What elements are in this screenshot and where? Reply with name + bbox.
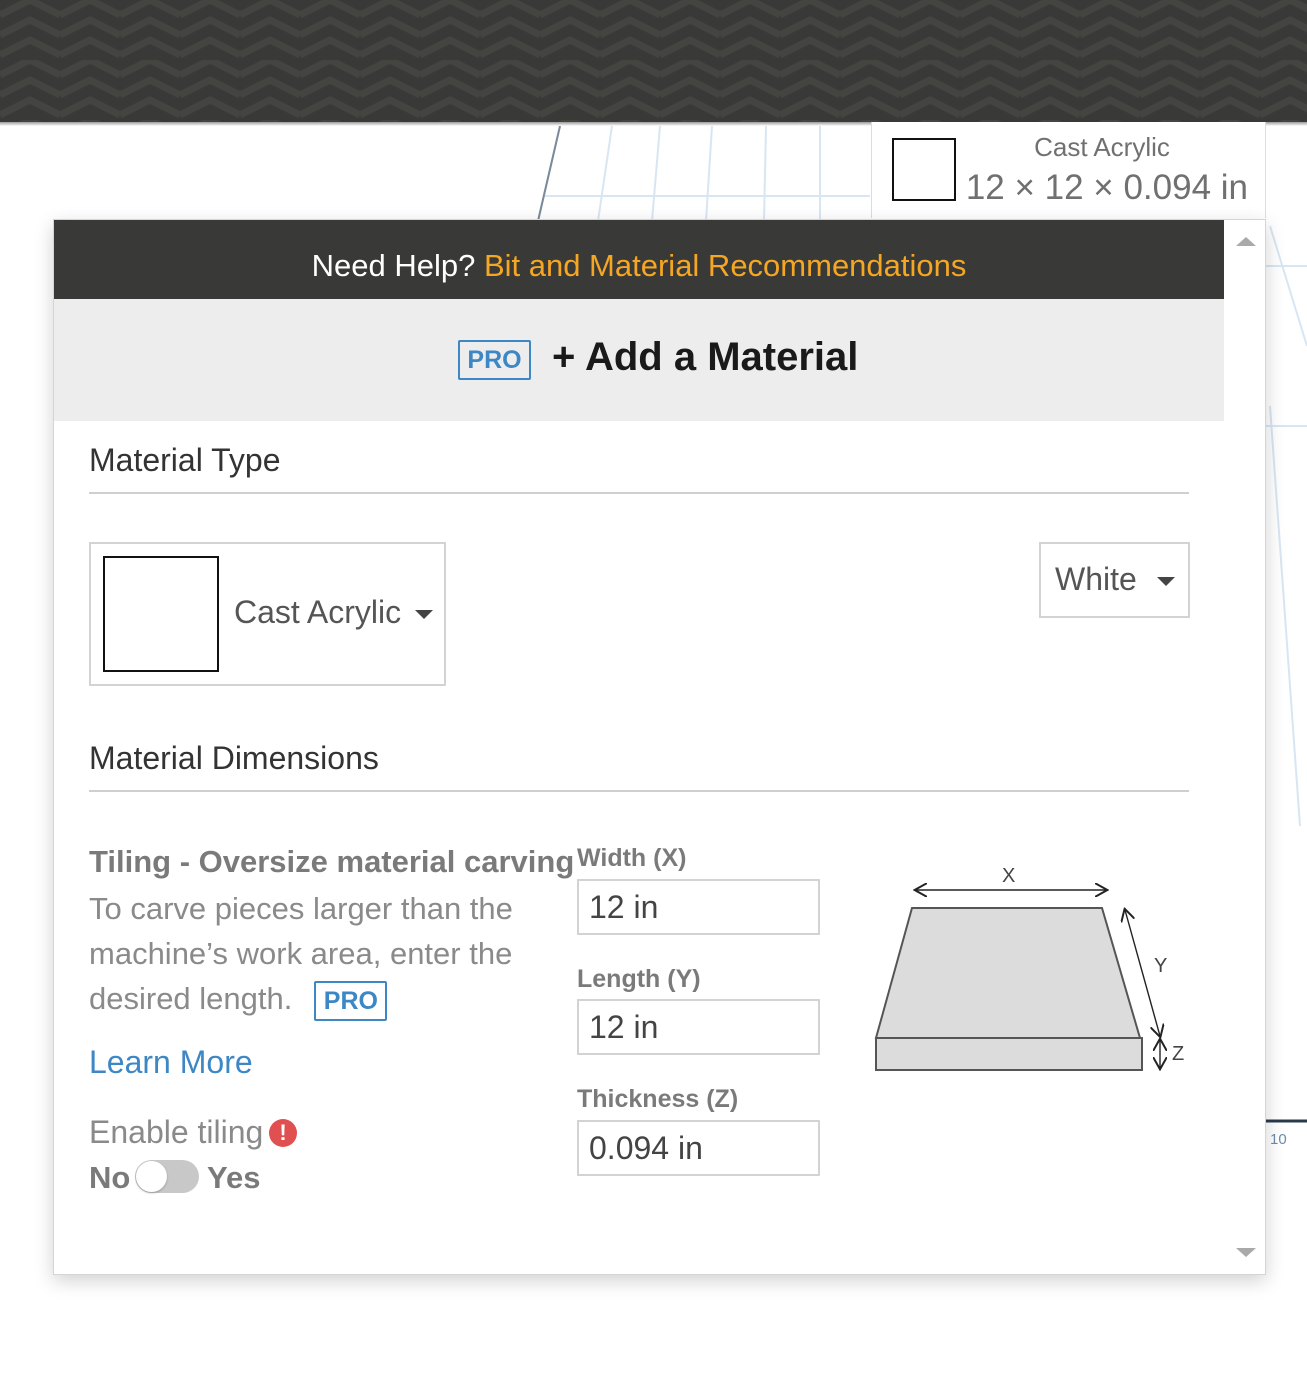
width-input[interactable]: 12 in <box>577 879 820 935</box>
tiling-title: Tiling - Oversize material carving <box>89 844 575 879</box>
scroll-up-arrow-icon[interactable] <box>1236 237 1256 246</box>
help-bar: Need Help? Bit and Material Recommendati… <box>54 220 1224 299</box>
material-type-title: Material Type <box>89 442 281 478</box>
enable-tiling-label: Enable tiling <box>89 1114 264 1150</box>
material-side-face <box>875 1037 1143 1071</box>
tiling-description: To carve pieces larger than the machine’… <box>89 886 539 1021</box>
material-top-face <box>874 907 1142 1039</box>
tiling-toggle[interactable] <box>135 1160 199 1193</box>
tiling-description-text: To carve pieces larger than the machine’… <box>89 891 513 1016</box>
material-swatch <box>892 138 956 201</box>
material-dimensions-diagram: X Y Z <box>874 865 1184 1071</box>
header-pattern <box>0 0 1307 122</box>
add-material-bar[interactable]: PRO + Add a Material <box>54 299 1224 421</box>
x-axis-label: X <box>1002 865 1015 887</box>
ruler-tick-label: 10 <box>1270 1131 1287 1148</box>
learn-more-link[interactable]: Learn More <box>89 1044 253 1081</box>
length-label: Length (Y) <box>577 965 701 993</box>
warning-icon[interactable]: ! <box>269 1119 297 1147</box>
material-type-select[interactable]: Cast Acrylic <box>89 542 446 686</box>
add-material-button[interactable]: + Add a Material <box>552 335 858 380</box>
chevron-down-icon <box>1157 577 1175 586</box>
width-label: Width (X) <box>577 844 687 872</box>
toggle-knob <box>136 1161 167 1192</box>
toggle-off-label: No <box>89 1160 131 1195</box>
material-type-value: Cast Acrylic <box>234 594 402 630</box>
y-axis-label: Y <box>1154 955 1167 977</box>
material-color-select[interactable]: White <box>1039 542 1190 618</box>
pro-badge: PRO <box>314 980 388 1021</box>
z-axis-label: Z <box>1172 1043 1184 1065</box>
scroll-down-arrow-icon[interactable] <box>1236 1248 1256 1257</box>
material-panel: Need Help? Bit and Material Recommendati… <box>53 219 1266 1275</box>
material-swatch <box>103 556 219 672</box>
section-divider <box>89 492 1189 494</box>
material-summary-card[interactable]: Cast Acrylic 12 × 12 × 0.094 in <box>871 122 1266 218</box>
thickness-input[interactable]: 0.094 in <box>577 1120 820 1176</box>
chevron-down-icon <box>415 610 433 619</box>
help-prefix: Need Help? <box>311 248 476 283</box>
pro-badge: PRO <box>458 340 531 380</box>
toggle-on-label: Yes <box>207 1160 261 1195</box>
material-dimensions-summary: 12 × 12 × 0.094 in <box>965 168 1248 207</box>
material-color-value: White <box>1055 561 1137 597</box>
material-name: Cast Acrylic <box>1034 132 1170 162</box>
panel-scrollbar[interactable] <box>1224 220 1265 1274</box>
length-input[interactable]: 12 in <box>577 999 820 1055</box>
app-header <box>0 0 1307 122</box>
thickness-label: Thickness (Z) <box>577 1085 739 1113</box>
material-dimensions-title: Material Dimensions <box>89 740 379 776</box>
recommendations-link[interactable]: Bit and Material Recommendations <box>484 248 966 283</box>
section-divider <box>89 790 1189 792</box>
